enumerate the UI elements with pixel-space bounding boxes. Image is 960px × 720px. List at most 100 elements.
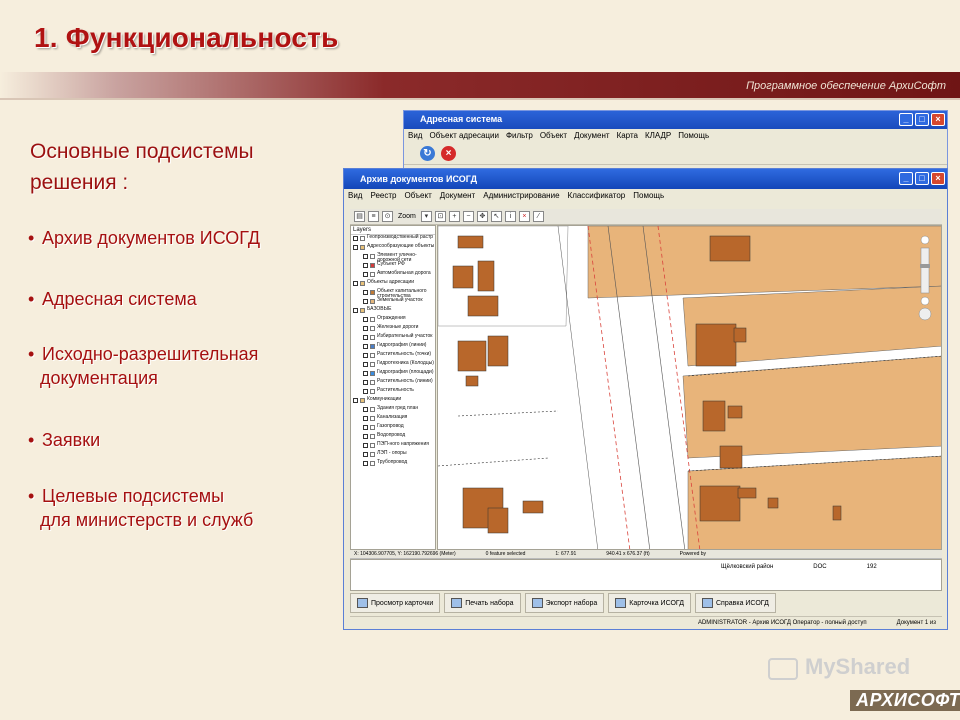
isogd-card-button[interactable]: Карточка ИСОГД (608, 593, 691, 613)
menu-document[interactable]: Документ (440, 191, 476, 201)
layer-swatch-icon (370, 452, 375, 457)
identify-icon[interactable]: i (504, 211, 516, 222)
layer-item[interactable]: Трубопровод (351, 460, 435, 469)
zoom-out-icon[interactable]: − (462, 211, 474, 222)
archisoft-logo: АРХИСОФТ (850, 690, 960, 711)
menu-view[interactable]: Вид (348, 191, 362, 201)
menu-view[interactable]: Вид (408, 131, 422, 141)
pan-icon[interactable]: ✥ (476, 211, 488, 222)
layer-checkbox[interactable] (363, 353, 368, 358)
print-icon[interactable]: ▤ (354, 211, 365, 222)
measure-icon[interactable]: ⊙ (382, 211, 393, 222)
layer-checkbox[interactable] (363, 434, 368, 439)
minimize-icon[interactable]: _ (899, 113, 913, 126)
layer-swatch-icon (370, 299, 375, 304)
view-card-button[interactable]: Просмотр карточки (350, 593, 441, 613)
layer-label: Гидротехника (Колодцы) (377, 360, 434, 366)
minimize-icon[interactable]: _ (899, 172, 913, 185)
layer-checkbox[interactable] (363, 326, 368, 331)
button-label: Печать набора (465, 599, 514, 607)
zoom-extent-icon[interactable]: ⊡ (434, 211, 446, 222)
layer-checkbox[interactable] (363, 335, 368, 340)
myshared-watermark: MyShared (805, 654, 911, 679)
layer-swatch-icon (370, 272, 375, 277)
layer-checkbox[interactable] (363, 272, 368, 277)
layer-checkbox[interactable] (353, 308, 358, 313)
layer-swatch-icon (370, 335, 375, 340)
slide-title: 1. Функциональность (34, 22, 339, 53)
menu-map[interactable]: Карта (617, 131, 638, 141)
menu-classifier[interactable]: Классификатор (568, 191, 626, 201)
layer-label: Избирательный участок (377, 333, 433, 339)
maximize-icon[interactable]: □ (915, 172, 929, 185)
bullet-text-cont: документация (40, 368, 158, 388)
zoom-in-icon[interactable]: + (448, 211, 460, 222)
layer-swatch-icon (360, 308, 365, 313)
menu-help[interactable]: Помощь (633, 191, 664, 201)
layer-checkbox[interactable] (363, 452, 368, 457)
layer-swatch-icon (370, 317, 375, 322)
menu-registry[interactable]: Реестр (370, 191, 396, 201)
menu-document[interactable]: Документ (574, 131, 610, 141)
title-divider (0, 98, 960, 100)
document-counter: Документ 1 из (896, 619, 936, 626)
menu-administration[interactable]: Администрирование (483, 191, 559, 201)
layer-checkbox[interactable] (363, 416, 368, 421)
layer-label: Растительность (линии) (377, 378, 433, 384)
window-titlebar: Архив документов ИСОГД _ □ × (344, 169, 947, 189)
layer-checkbox[interactable] (363, 380, 368, 385)
maximize-icon[interactable]: □ (915, 113, 929, 126)
layers-icon[interactable]: ≡ (368, 211, 379, 222)
menu-filter[interactable]: Фильтр (506, 131, 533, 141)
layer-checkbox[interactable] (363, 254, 368, 259)
layer-checkbox[interactable] (363, 461, 368, 466)
layer-checkbox[interactable] (363, 362, 368, 367)
menu-kladr[interactable]: КЛАДР (645, 131, 671, 141)
slide-subtitle: Программное обеспечение АрхиСофт (746, 80, 946, 92)
layer-checkbox[interactable] (363, 290, 368, 295)
print-set-button[interactable]: Печать набора (444, 593, 521, 613)
bullet-item: • Заявки (28, 430, 101, 450)
card-icon (615, 598, 627, 608)
wand-icon[interactable]: ⁄ (532, 211, 544, 222)
layer-item[interactable]: Земельный участок (351, 298, 435, 307)
layer-swatch-icon (370, 371, 375, 376)
menu-address-object[interactable]: Объект адресации (429, 131, 498, 141)
layer-checkbox[interactable] (363, 425, 368, 430)
layer-swatch-icon (370, 434, 375, 439)
table-row[interactable]: Щёлковский район DOC 192 (721, 564, 877, 570)
map-canvas[interactable] (438, 226, 942, 550)
layer-checkbox[interactable] (353, 236, 358, 241)
layer-checkbox[interactable] (363, 299, 368, 304)
layer-swatch-icon (360, 398, 365, 403)
powered-by: Powered by (679, 551, 707, 557)
layer-checkbox[interactable] (363, 263, 368, 268)
layer-checkbox[interactable] (353, 245, 358, 250)
layer-checkbox[interactable] (363, 407, 368, 412)
menu-object[interactable]: Объект (540, 131, 567, 141)
map-view[interactable] (437, 225, 942, 550)
clear-selection-icon[interactable]: × (518, 211, 530, 222)
refresh-icon[interactable]: ↻ (420, 146, 435, 161)
close-icon[interactable]: × (931, 113, 945, 126)
menu-help[interactable]: Помощь (678, 131, 709, 141)
close-icon[interactable]: × (931, 172, 945, 185)
cancel-icon[interactable]: × (441, 146, 456, 161)
layer-checkbox[interactable] (363, 389, 368, 394)
menu-bar: Вид Реестр Объект Документ Администриров… (344, 189, 947, 203)
layer-swatch-icon (360, 281, 365, 286)
cell-type: DOC (813, 564, 827, 570)
layer-checkbox[interactable] (363, 443, 368, 448)
layer-checkbox[interactable] (363, 344, 368, 349)
export-set-button[interactable]: Экспорт набора (524, 593, 605, 613)
layer-checkbox[interactable] (363, 371, 368, 376)
layer-label: Гидрография (площади) (377, 369, 434, 375)
layer-checkbox[interactable] (353, 398, 358, 403)
menu-object[interactable]: Объект (404, 191, 431, 201)
layer-checkbox[interactable] (353, 281, 358, 286)
isogd-reference-button[interactable]: Справка ИСОГД (695, 593, 776, 613)
zoom-dropdown-icon[interactable]: ▾ (420, 211, 432, 222)
select-icon[interactable]: ↖ (490, 211, 502, 222)
layer-checkbox[interactable] (363, 317, 368, 322)
layer-swatch-icon (370, 416, 375, 421)
